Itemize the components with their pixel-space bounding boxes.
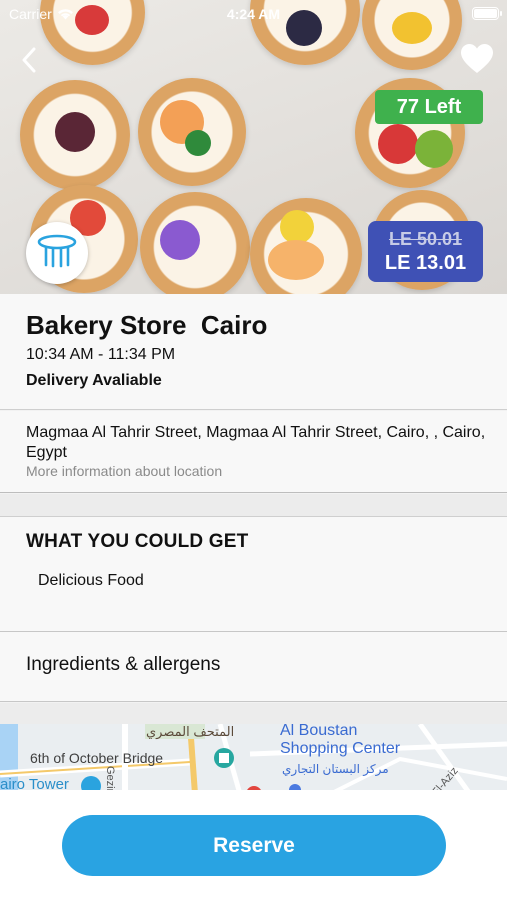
status-bar: Carrier 4:24 AM — [0, 0, 507, 28]
new-price: LE 13.01 — [384, 252, 467, 274]
reserve-button[interactable]: Reserve — [62, 815, 446, 876]
heart-icon — [461, 44, 493, 73]
store-address: Magmaa Al Tahrir Street, Magmaa Al Tahri… — [26, 424, 486, 461]
ingredients-label: Ingredients & allergens — [26, 654, 221, 675]
delivery-status: Delivery Avaliable — [26, 372, 162, 389]
map-label-boustan: Al Boustan — [280, 724, 358, 739]
map-label-bridge: 6th of October Bridge — [30, 750, 164, 766]
back-button[interactable] — [14, 43, 44, 77]
store-name: Bakery Store Cairo — [26, 310, 268, 340]
map-label-boustan-ar: مركز البستان التجاري — [282, 762, 389, 776]
map-label-shopping: Shopping Center — [280, 740, 401, 757]
more-location-info-link[interactable]: More information about location — [26, 463, 222, 479]
section-title: WHAT YOU COULD GET — [26, 531, 249, 552]
get-item: Delicious Food — [38, 572, 144, 589]
chevron-left-icon — [22, 47, 36, 73]
store-hours: 10:34 AM - 11:34 PM — [26, 346, 176, 363]
favorite-button[interactable] — [459, 42, 495, 76]
clock: 4:24 AM — [226, 6, 281, 22]
map-label-museum: المتحف المصري — [146, 724, 235, 739]
location-card[interactable]: Magmaa Al Tahrir Street, Magmaa Al Tahri… — [0, 411, 507, 493]
footer: Reserve — [0, 790, 507, 900]
hero-image: Carrier 4:24 AM 77 Left LE 50.01 LE 13.0… — [0, 0, 507, 294]
section-divider — [0, 703, 507, 724]
store-logo — [26, 222, 88, 284]
price-badge: LE 50.01 LE 13.01 — [368, 221, 483, 282]
store-info: Bakery Store Cairo 10:34 AM - 11:34 PM D… — [0, 294, 507, 410]
old-price: LE 50.01 — [388, 229, 463, 249]
section-divider — [0, 494, 507, 516]
location-map[interactable]: المتحف المصري Al Boustan Shopping Center… — [0, 724, 507, 794]
store-logo-icon — [37, 234, 77, 268]
battery-icon — [472, 7, 502, 20]
what-you-get-section: WHAT YOU COULD GET Delicious Food — [0, 516, 507, 632]
items-left-badge: 77 Left — [375, 90, 483, 124]
ingredients-allergens-row[interactable]: Ingredients & allergens — [0, 632, 507, 702]
